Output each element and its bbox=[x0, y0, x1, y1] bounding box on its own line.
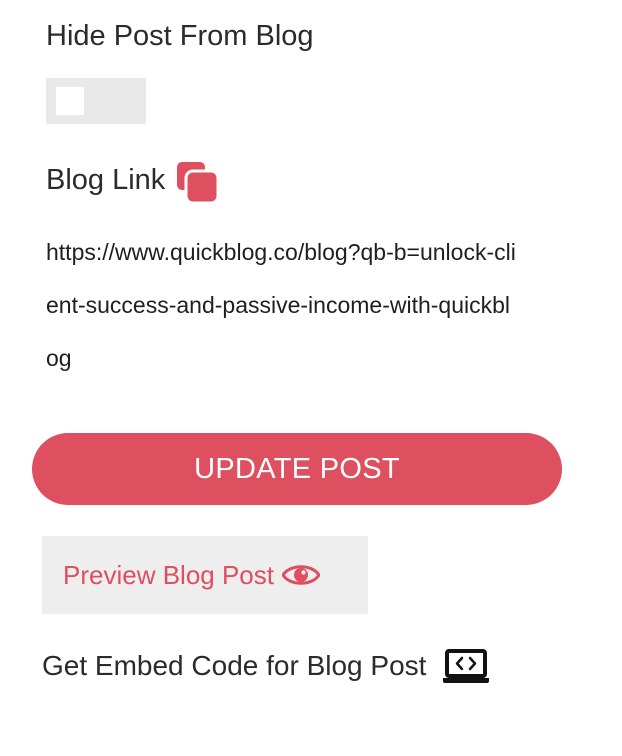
blog-link-title: Blog Link bbox=[46, 163, 166, 196]
hide-post-toggle[interactable] bbox=[46, 78, 146, 124]
blog-link-header: Blog Link bbox=[46, 158, 220, 205]
blog-link-url: https://www.quickblog.co/blog?qb-b=unloc… bbox=[46, 239, 516, 371]
preview-blog-post-button[interactable]: Preview Blog Post bbox=[42, 536, 368, 614]
laptop-code-icon bbox=[442, 648, 490, 684]
toggle-knob bbox=[56, 87, 84, 115]
copy-icon[interactable] bbox=[175, 160, 220, 205]
update-post-button[interactable]: UPDATE POST bbox=[32, 433, 562, 505]
get-embed-code-label: Get Embed Code for Blog Post bbox=[42, 650, 427, 681]
get-embed-code-link[interactable]: Get Embed Code for Blog Post bbox=[42, 648, 490, 684]
eye-icon bbox=[281, 563, 321, 587]
hide-post-title: Hide Post From Blog bbox=[46, 20, 314, 52]
preview-blog-post-label: Preview Blog Post bbox=[63, 559, 274, 590]
